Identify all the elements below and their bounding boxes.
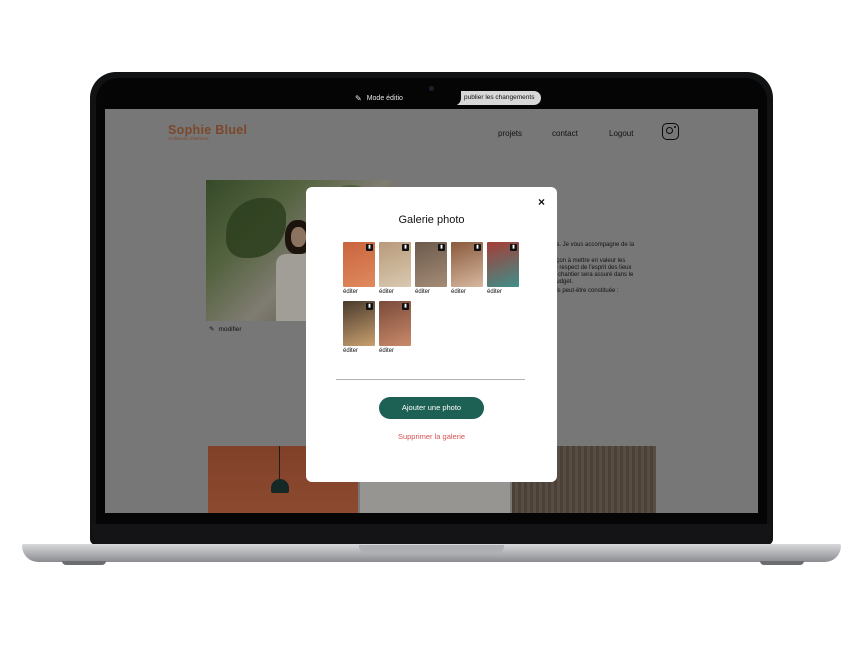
thumbnail-image: ▮ (451, 242, 483, 287)
delete-gallery-link[interactable]: Supprimer la galerie (306, 432, 557, 441)
edit-link[interactable]: éditer (379, 348, 411, 354)
laptop-chin (92, 524, 771, 546)
trash-icon[interactable]: ▮ (510, 244, 517, 251)
publish-changes-button[interactable]: publier les changements (450, 91, 542, 105)
trash-icon[interactable]: ▮ (366, 244, 373, 251)
thumbnail-image: ▮ (415, 242, 447, 287)
divider (336, 379, 525, 380)
gallery-thumbnail[interactable]: ▮ éditer (343, 242, 375, 295)
camera (429, 86, 434, 91)
edit-mode-label: Mode édition (366, 94, 407, 102)
gallery-thumbnail[interactable]: ▮ éditer (343, 301, 375, 354)
laptop-foot (62, 561, 106, 565)
gallery-thumbnail[interactable]: ▮ éditer (451, 242, 483, 295)
gallery-thumbnail[interactable]: ▮ éditer (415, 242, 447, 295)
thumbnail-image: ▮ (379, 301, 411, 346)
gallery-thumbnail[interactable]: ▮ éditer (379, 301, 411, 354)
add-photo-button[interactable]: Ajouter une photo (379, 397, 484, 419)
gallery-thumbnail[interactable]: ▮ éditer (379, 242, 411, 295)
edit-link[interactable]: éditer (343, 348, 375, 354)
trash-icon[interactable]: ▮ (402, 244, 409, 251)
pen-square-icon: ✎ (355, 93, 362, 103)
trash-icon[interactable]: ▮ (438, 244, 445, 251)
trash-icon[interactable]: ▮ (366, 303, 373, 310)
edit-link[interactable]: éditer (415, 289, 447, 295)
trash-icon[interactable]: ▮ (474, 244, 481, 251)
thumbnail-image: ▮ (343, 242, 375, 287)
close-icon[interactable]: × (538, 195, 545, 209)
edit-mode-indicator[interactable]: ✎ Mode édition (355, 92, 407, 104)
modal-title: Galerie photo (398, 214, 465, 226)
laptop-foot (760, 561, 804, 565)
edit-link[interactable]: éditer (451, 289, 483, 295)
edit-link[interactable]: éditer (343, 289, 375, 295)
edit-link[interactable]: éditer (487, 289, 519, 295)
thumbnail-image: ▮ (343, 301, 375, 346)
trash-icon[interactable]: ▮ (402, 303, 409, 310)
edit-link[interactable]: éditer (379, 289, 411, 295)
thumbnail-image: ▮ (379, 242, 411, 287)
thumbnail-image: ▮ (487, 242, 519, 287)
gallery-modal: × Galerie photo ▮ éditer ▮ éditer ▮ éditer ▮ éd… (306, 187, 557, 482)
gallery-thumbnail[interactable]: ▮ éditer (487, 242, 519, 295)
laptop-opening-notch (359, 545, 504, 554)
